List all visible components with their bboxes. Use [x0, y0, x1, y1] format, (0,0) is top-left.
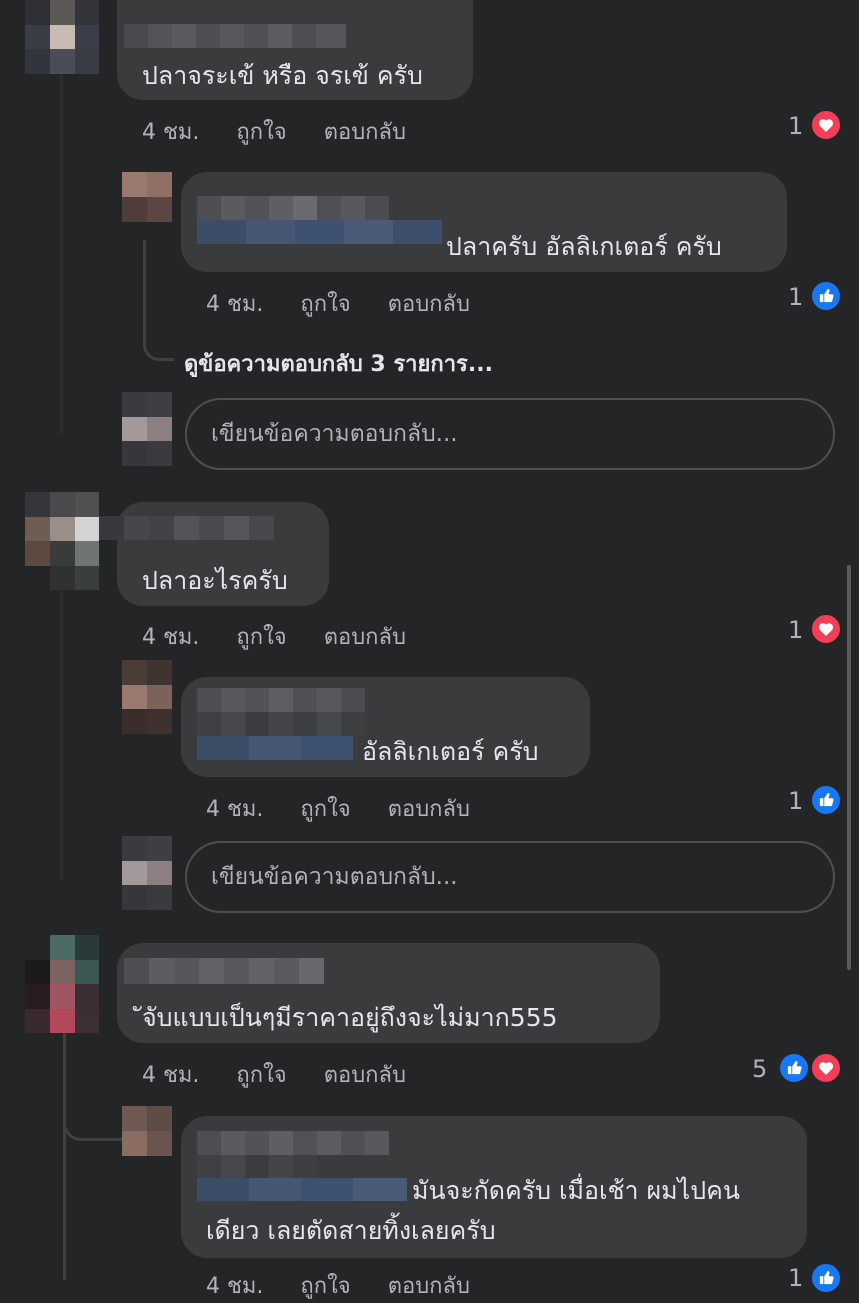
reply-input-placeholder: เขียนข้อความตอบกลับ...: [211, 421, 458, 447]
thread-line: [63, 1033, 66, 1280]
reply-input-placeholder: เขียนข้อความตอบกลับ...: [211, 864, 458, 890]
like-icon: [778, 1052, 810, 1084]
reaction-count[interactable]: 1: [788, 112, 803, 140]
comment-actions: 4 ชม. ถูกใจ ตอบกลับ: [142, 114, 436, 149]
comment-text: ปลาอะไรครับ: [142, 566, 288, 595]
avatar[interactable]: [25, 0, 99, 74]
like-icon: [810, 280, 842, 312]
reply-text: อัลลิเกเตอร์ ครับ: [362, 737, 539, 766]
timestamp[interactable]: 4 ชม.: [142, 120, 199, 145]
reply-actions: 4 ชม. ถูกใจ ตอบกลับ: [206, 286, 500, 321]
reply-connector: [143, 240, 146, 345]
comment-actions: 4 ชม. ถูกใจ ตอบกลับ: [142, 1057, 436, 1092]
reply-input[interactable]: เขียนข้อความตอบกลับ...: [185, 398, 835, 470]
heart-icon: [810, 613, 842, 645]
avatar[interactable]: [25, 492, 99, 590]
like-button[interactable]: ถูกใจ: [300, 797, 350, 822]
like-button[interactable]: ถูกใจ: [300, 1274, 350, 1299]
reply-text-line-1: มันจะกัดครับ เมื่อเช้า ผมไปคน: [412, 1176, 740, 1205]
reaction-count[interactable]: 5: [752, 1055, 767, 1083]
reaction-count[interactable]: 1: [788, 283, 803, 311]
scrollbar[interactable]: [847, 565, 851, 970]
timestamp[interactable]: 4 ชม.: [142, 1063, 199, 1088]
reply-actions: 4 ชม. ถูกใจ ตอบกลับ: [206, 1268, 500, 1303]
reaction-count[interactable]: 1: [788, 1264, 803, 1292]
author-name-blurred[interactable]: [197, 1131, 407, 1201]
heart-icon: [810, 109, 842, 141]
like-button[interactable]: ถูกใจ: [236, 625, 286, 650]
reply-actions: 4 ชม. ถูกใจ ตอบกลับ: [206, 791, 500, 826]
avatar[interactable]: [122, 392, 172, 466]
reply-input[interactable]: เขียนข้อความตอบกลับ...: [185, 841, 835, 913]
reply-button[interactable]: ตอบกลับ: [388, 1274, 470, 1299]
author-name-blurred[interactable]: [124, 24, 346, 48]
reply-button[interactable]: ตอบกลับ: [388, 797, 470, 822]
comment-actions: 4 ชม. ถูกใจ ตอบกลับ: [142, 619, 436, 654]
heart-icon: [810, 1052, 842, 1084]
author-name-blurred[interactable]: [124, 958, 324, 984]
reply-text-line-2: เดียว เลยตัดสายทิ้งเลยครับ: [206, 1216, 496, 1245]
thread-line: [60, 74, 63, 434]
like-button[interactable]: ถูกใจ: [300, 292, 350, 317]
timestamp[interactable]: 4 ชม.: [142, 625, 199, 650]
view-more-replies-link[interactable]: ดูข้อความตอบกลับ 3 รายการ...: [184, 346, 493, 381]
author-name-blurred[interactable]: [197, 196, 442, 244]
reply-button[interactable]: ตอบกลับ: [324, 625, 406, 650]
like-icon: [810, 1262, 842, 1294]
timestamp[interactable]: 4 ชม.: [206, 292, 263, 317]
avatar[interactable]: [25, 935, 99, 1033]
avatar[interactable]: [122, 1106, 172, 1156]
author-name-blurred[interactable]: [99, 516, 274, 540]
reply-button[interactable]: ตอบกลับ: [324, 1063, 406, 1088]
like-button[interactable]: ถูกใจ: [236, 1063, 286, 1088]
timestamp[interactable]: 4 ชม.: [206, 797, 263, 822]
reply-button[interactable]: ตอบกลับ: [388, 292, 470, 317]
timestamp[interactable]: 4 ชม.: [206, 1274, 263, 1299]
like-icon: [810, 784, 842, 816]
comment-text: ปลาจระเข้ หรือ จรเข้ ครับ: [142, 61, 423, 90]
thread-line: [60, 590, 63, 880]
reaction-count[interactable]: 1: [788, 787, 803, 815]
like-button[interactable]: ถูกใจ: [236, 120, 286, 145]
comment-text: ัจับแบบเป็นๆมีราคาอยู่ถึงจะไม่มาก555: [142, 1003, 558, 1032]
reply-text: ปลาครับ อัลลิเกเตอร์ ครับ: [446, 232, 722, 261]
reply-connector-curve: [143, 338, 174, 361]
reply-button[interactable]: ตอบกลับ: [324, 120, 406, 145]
reply-connector-curve: [63, 1100, 122, 1141]
avatar[interactable]: [122, 836, 172, 910]
avatar[interactable]: [122, 172, 172, 222]
avatar[interactable]: [122, 660, 172, 734]
reaction-count[interactable]: 1: [788, 616, 803, 644]
